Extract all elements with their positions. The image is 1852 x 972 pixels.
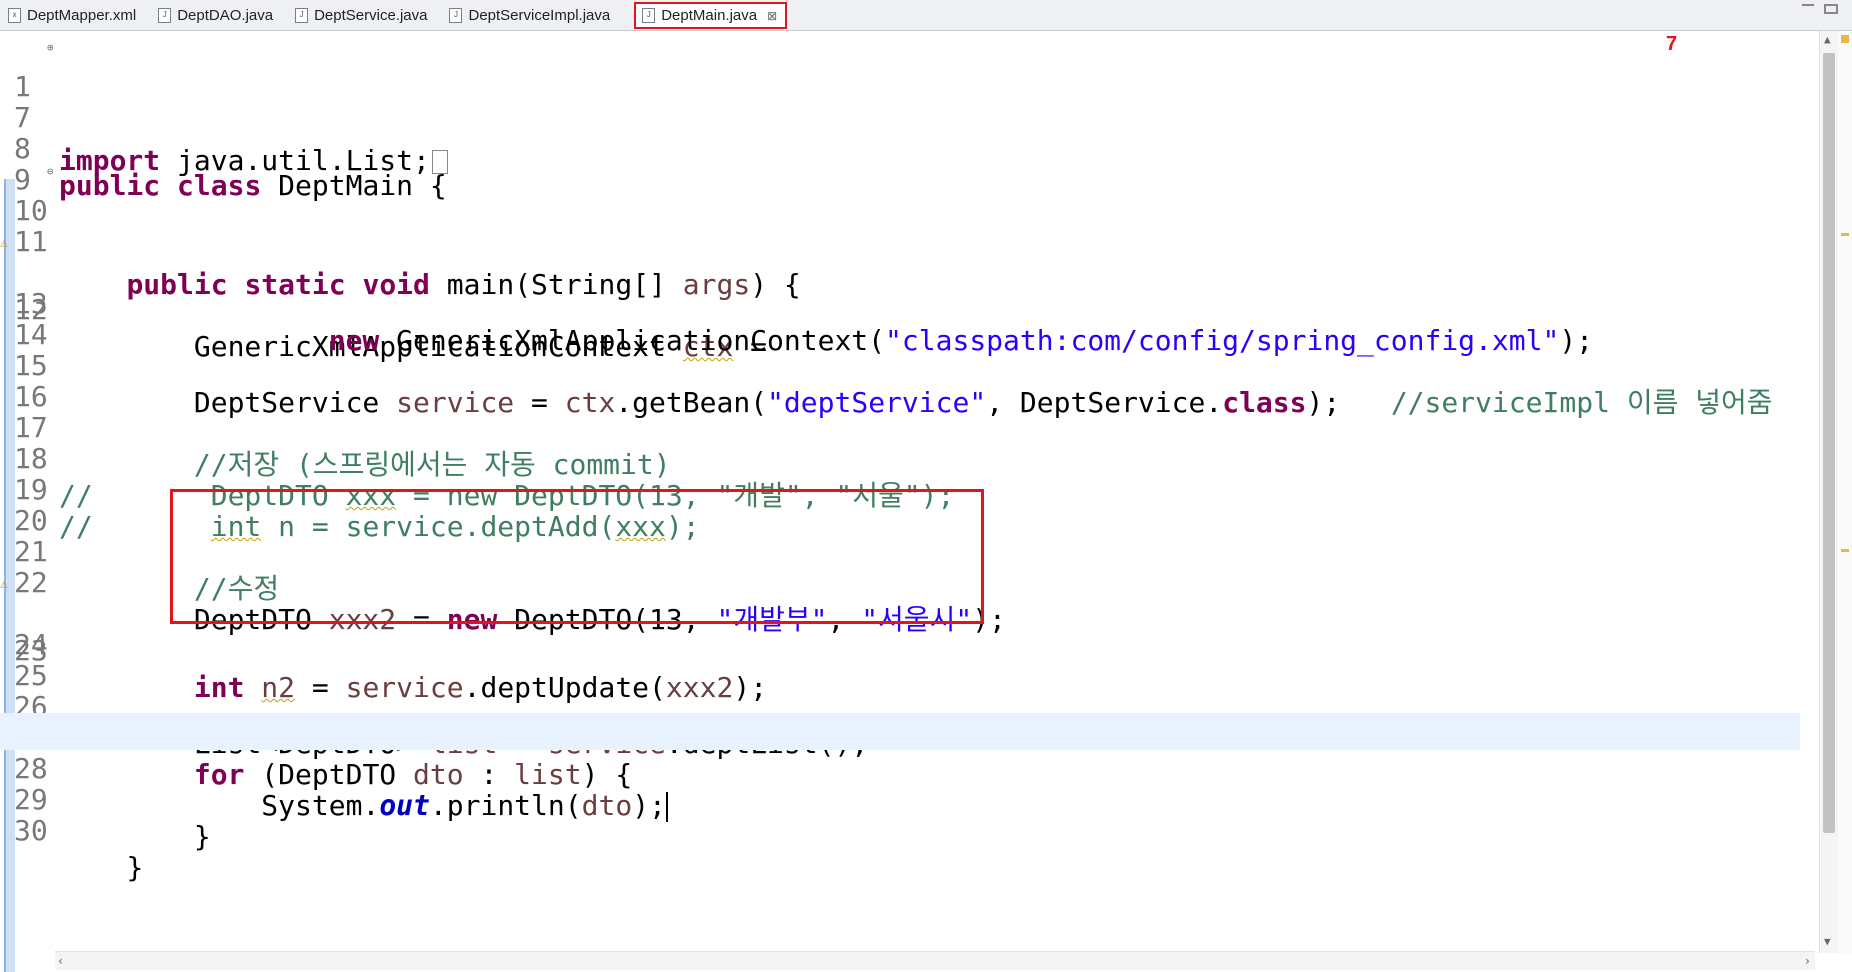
code-editor[interactable]: 7 1 ⊕ import java.util.List; 7 8 public …	[0, 31, 1852, 972]
tab-deptmain-java[interactable]: J DeptMain.java ⊠	[634, 2, 788, 29]
warning-marker-icon[interactable]: ⚠	[0, 566, 14, 592]
tab-label: DeptDAO.java	[177, 6, 274, 24]
editor-tab-bar: x DeptMapper.xml J DeptDAO.java J DeptSe…	[0, 0, 1852, 31]
scroll-right-icon[interactable]: ›	[1804, 954, 1811, 968]
close-tab-icon[interactable]: ⊠	[767, 9, 777, 23]
overview-ruler[interactable]	[1838, 31, 1852, 953]
warning-overview-marker[interactable]	[1841, 233, 1849, 236]
fold-collapse-icon[interactable]: ⊖	[47, 153, 54, 190]
tab-deptmapper-xml[interactable]: x DeptMapper.xml	[0, 0, 150, 30]
tab-label: DeptService.java	[314, 6, 428, 24]
tab-deptserviceimpl-java[interactable]: J DeptServiceImpl.java	[441, 0, 624, 30]
warning-overview-marker[interactable]	[1841, 549, 1849, 552]
code-text: }	[193, 820, 211, 853]
tab-label: DeptMain.java	[661, 7, 758, 24]
scroll-up-icon[interactable]: ▲	[1824, 33, 1831, 46]
java-file-icon: J	[449, 7, 463, 23]
tab-label: DeptMapper.xml	[27, 6, 137, 24]
window-controls	[1802, 4, 1838, 14]
vertical-scrollbar[interactable]: ▲ ▼	[1819, 31, 1838, 953]
code-line: 30 }	[0, 775, 1800, 884]
line-number: 30	[14, 814, 48, 847]
java-file-icon: J	[158, 7, 172, 23]
horizontal-scrollbar[interactable]: ‹ ›	[55, 951, 1815, 970]
tab-deptdao-java[interactable]: J DeptDAO.java	[150, 0, 287, 30]
warning-marker-icon[interactable]: ⚠	[0, 225, 14, 251]
tab-deptservice-java[interactable]: J DeptService.java	[287, 0, 441, 30]
tab-label: DeptServiceImpl.java	[468, 6, 611, 24]
java-file-icon: J	[642, 8, 656, 23]
xml-file-icon: x	[8, 7, 21, 23]
java-file-icon: J	[295, 7, 309, 23]
warning-summary-icon[interactable]	[1841, 35, 1849, 43]
scroll-down-icon[interactable]: ▼	[1824, 935, 1831, 948]
fold-expand-icon[interactable]: ⊕	[47, 29, 54, 66]
scroll-left-icon[interactable]: ‹	[57, 954, 64, 968]
maximize-icon[interactable]	[1824, 4, 1838, 14]
highlight-box	[170, 489, 984, 624]
minimize-icon[interactable]	[1802, 4, 1814, 12]
scrollbar-thumb[interactable]	[1823, 53, 1835, 833]
code-text: }	[126, 851, 144, 884]
